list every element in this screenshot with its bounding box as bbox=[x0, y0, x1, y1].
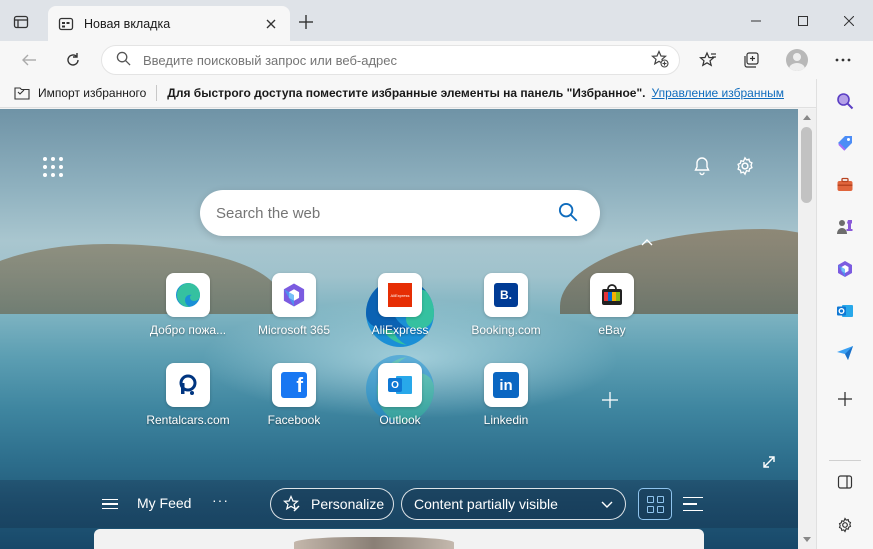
tab-strip: Новая вкладка bbox=[0, 0, 873, 41]
web-search-input[interactable] bbox=[216, 204, 558, 222]
grid-layout-icon[interactable] bbox=[638, 488, 672, 520]
quick-link-booking[interactable]: B. Booking.com bbox=[456, 273, 556, 345]
scroll-down-arrow-icon[interactable] bbox=[803, 537, 811, 542]
sidebar-send-icon[interactable] bbox=[831, 339, 859, 367]
quick-link-outlook[interactable]: O Outlook bbox=[350, 363, 450, 435]
profile-avatar[interactable] bbox=[783, 46, 811, 74]
quick-link-label: Facebook bbox=[267, 413, 321, 427]
address-input[interactable] bbox=[143, 52, 651, 68]
sidebar-games-icon[interactable] bbox=[831, 213, 859, 241]
quick-link-label: Добро пожа... bbox=[149, 323, 227, 337]
personalize-button[interactable]: Personalize bbox=[270, 488, 394, 520]
page-scrollbar[interactable] bbox=[798, 109, 816, 549]
close-window-icon[interactable] bbox=[826, 6, 872, 36]
notifications-bell-icon[interactable] bbox=[689, 153, 715, 179]
sidebar-tools-icon[interactable] bbox=[831, 171, 859, 199]
expand-fullscreen-icon[interactable] bbox=[759, 452, 779, 472]
list-layout-icon[interactable] bbox=[683, 494, 703, 514]
hide-sidebar-icon[interactable] bbox=[831, 468, 859, 496]
sidebar-shopping-tag-icon[interactable] bbox=[831, 129, 859, 157]
sparkle-pencil-icon bbox=[283, 495, 301, 513]
minimize-icon[interactable] bbox=[733, 6, 779, 36]
sidebar-search-icon[interactable] bbox=[831, 87, 859, 115]
outlook-icon: O bbox=[378, 363, 422, 407]
toolbar bbox=[0, 41, 873, 79]
quick-link-label: Booking.com bbox=[471, 323, 541, 337]
sidebar bbox=[816, 79, 873, 549]
search-icon bbox=[116, 51, 131, 69]
web-search-box[interactable] bbox=[200, 190, 600, 236]
quick-link-microsoft-365[interactable]: Microsoft 365 bbox=[244, 273, 344, 345]
sidebar-divider bbox=[829, 460, 861, 461]
sidebar-add-icon[interactable] bbox=[831, 385, 859, 413]
more-menu-icon[interactable] bbox=[829, 46, 857, 74]
facebook-icon: f bbox=[272, 363, 316, 407]
add-favorite-star-icon[interactable] bbox=[650, 49, 669, 71]
feed-card-preview[interactable] bbox=[94, 529, 704, 549]
collections-icon[interactable] bbox=[738, 46, 766, 74]
back-arrow-icon[interactable] bbox=[15, 46, 43, 74]
content-visibility-value: Content partially visible bbox=[414, 496, 558, 512]
personalize-label: Personalize bbox=[311, 496, 385, 512]
import-favorites-label: Импорт избранного bbox=[38, 86, 147, 100]
quick-link-rentalcars[interactable]: Rentalcars.com bbox=[138, 363, 238, 435]
aliexpress-icon: AliExpress bbox=[378, 273, 422, 317]
import-folder-icon bbox=[14, 86, 30, 100]
favorites-bar: Импорт избранного Для быстрого доступа п… bbox=[0, 79, 816, 108]
chevron-down-icon bbox=[601, 496, 613, 512]
import-favorites-button[interactable]: Импорт избранного bbox=[14, 86, 146, 100]
linkedin-icon: in bbox=[484, 363, 528, 407]
quick-link-label: AliExpress bbox=[371, 323, 429, 337]
quick-link-ebay[interactable]: eBay bbox=[562, 273, 662, 345]
add-quick-link-plus-icon[interactable] bbox=[598, 388, 622, 412]
quick-link-label: Outlook bbox=[379, 413, 421, 427]
quick-link-facebook[interactable]: f Facebook bbox=[244, 363, 344, 435]
feed-more-icon[interactable]: ··· bbox=[212, 492, 229, 508]
page-settings-gear-icon[interactable] bbox=[732, 153, 758, 179]
quick-link-linkedin[interactable]: in Linkedin bbox=[456, 363, 556, 435]
quick-link-label: eBay bbox=[598, 323, 626, 337]
avatar bbox=[786, 49, 808, 71]
favorites-hint: Для быстрого доступа поместите избранные… bbox=[167, 86, 646, 100]
feed-menu-hamburger-icon[interactable] bbox=[100, 495, 120, 513]
favorites-divider bbox=[156, 85, 158, 101]
scroll-up-arrow-icon[interactable] bbox=[803, 115, 811, 120]
sidebar-outlook-icon[interactable] bbox=[831, 297, 859, 325]
ebay-icon bbox=[590, 273, 634, 317]
maximize-icon[interactable] bbox=[780, 6, 826, 36]
sidebar-settings-gear-icon[interactable] bbox=[831, 511, 859, 539]
rentalcars-icon bbox=[166, 363, 210, 407]
tab-title: Новая вкладка bbox=[84, 16, 171, 31]
new-tab-plus-icon[interactable] bbox=[295, 11, 317, 33]
chevron-up-icon[interactable] bbox=[639, 236, 655, 248]
quick-link-aliexpress[interactable]: AliExpress AliExpress bbox=[350, 273, 450, 345]
tab-actions-icon[interactable] bbox=[10, 11, 32, 33]
web-search-icon[interactable] bbox=[558, 202, 578, 225]
sidebar-microsoft-365-icon[interactable] bbox=[831, 255, 859, 283]
address-bar[interactable] bbox=[101, 45, 680, 75]
app-launcher-icon[interactable] bbox=[40, 154, 66, 180]
new-tab-page-icon bbox=[58, 16, 74, 32]
quick-link-label: Linkedin bbox=[483, 413, 529, 427]
favorites-icon[interactable] bbox=[694, 46, 722, 74]
content-visibility-dropdown[interactable]: Content partially visible bbox=[401, 488, 626, 520]
tab-new-tab[interactable]: Новая вкладка bbox=[48, 6, 290, 41]
microsoft-365-icon bbox=[272, 273, 316, 317]
quick-link-label: Microsoft 365 bbox=[257, 323, 331, 337]
quick-link-label: Rentalcars.com bbox=[146, 413, 230, 427]
new-tab-page: Добро пожа... Microsoft 365 AliExpress A… bbox=[0, 109, 816, 549]
manage-favorites-link[interactable]: Управление избранным bbox=[652, 86, 784, 100]
my-feed-tab[interactable]: My Feed bbox=[137, 495, 191, 511]
edge-icon bbox=[166, 273, 210, 317]
feed-bar: My Feed ··· Personalize Content partiall… bbox=[0, 480, 798, 528]
close-tab-icon[interactable] bbox=[262, 15, 280, 33]
scroll-thumb[interactable] bbox=[801, 127, 812, 203]
quick-link-welcome[interactable]: Добро пожа... bbox=[138, 273, 238, 345]
refresh-icon[interactable] bbox=[59, 46, 87, 74]
booking-icon: B. bbox=[484, 273, 528, 317]
